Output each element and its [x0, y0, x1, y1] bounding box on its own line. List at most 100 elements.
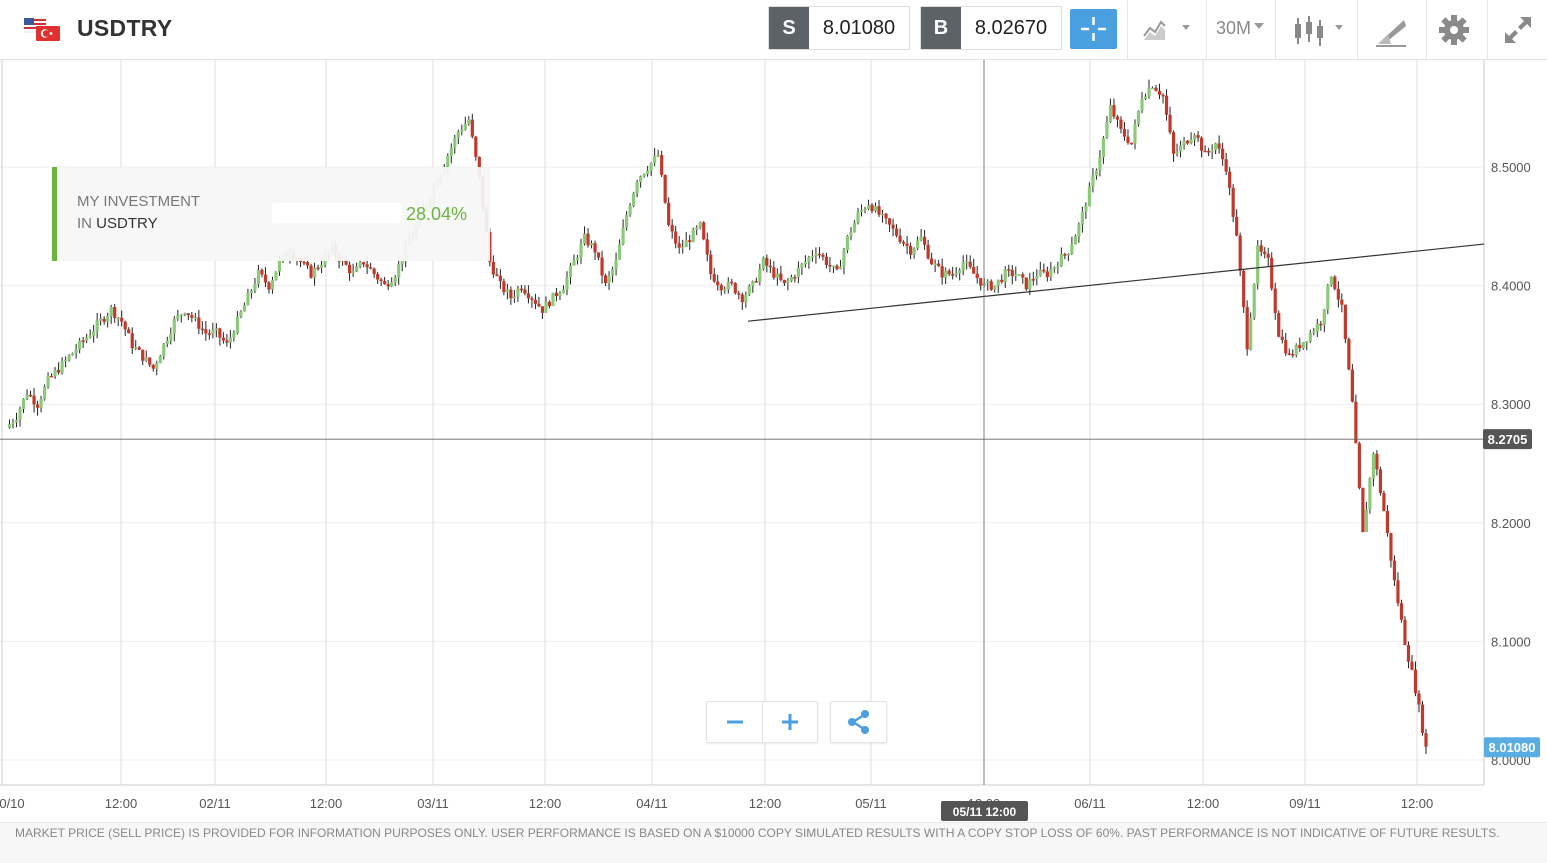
usd-try-flag-icon [24, 18, 60, 41]
candle-body [817, 253, 822, 256]
buy-button[interactable]: B 8.02670 [920, 6, 1062, 50]
candle-body [470, 119, 474, 137]
drawing-tools-button[interactable] [1357, 0, 1426, 60]
candle-body [1014, 274, 1018, 277]
candle-body [933, 263, 937, 266]
candle-body [1038, 269, 1042, 277]
share-button[interactable] [830, 701, 887, 743]
candle-body [1357, 443, 1361, 489]
candle-body [312, 267, 317, 278]
candle-body [807, 257, 811, 262]
candle-body [53, 369, 57, 377]
candle-body [639, 176, 643, 183]
candle-body [568, 265, 573, 278]
candle-body [64, 359, 68, 362]
crosshair-button[interactable] [1070, 9, 1117, 49]
candle-body [204, 329, 208, 334]
candle-body [211, 330, 215, 334]
candle-body [628, 205, 632, 215]
candle-body [996, 279, 1000, 286]
candle-body [95, 320, 99, 332]
candle-body [348, 264, 352, 274]
investment-redacted [272, 203, 402, 223]
candle-body [1214, 143, 1218, 151]
candle-body [951, 274, 955, 276]
timeframe-select[interactable]: 30M [1206, 0, 1275, 60]
candle-body [228, 337, 232, 343]
candle-body [1266, 253, 1270, 258]
candle-body [1157, 90, 1162, 95]
candle-body [1000, 279, 1004, 282]
candle-body [165, 340, 169, 344]
candle-body [1178, 145, 1183, 152]
candle-body [975, 273, 979, 279]
candle-body [898, 235, 902, 242]
candle-body [1066, 253, 1070, 256]
candle-body [162, 343, 166, 357]
candle-body [859, 210, 864, 212]
candle-body [1343, 304, 1347, 340]
candle-body [1094, 170, 1099, 176]
candle-body [305, 262, 310, 266]
candle-body [751, 281, 755, 287]
candle-body [519, 288, 524, 291]
candle-body [947, 270, 951, 275]
candle-body [589, 243, 594, 246]
candle-body [88, 335, 92, 338]
candle-body [873, 206, 878, 212]
candle-body [1305, 341, 1309, 343]
candle-body [1024, 277, 1028, 290]
candle-body [561, 289, 566, 294]
candle-body [1091, 175, 1095, 187]
candle-body [505, 289, 509, 293]
candle-body [800, 264, 804, 268]
candle-body [1242, 270, 1246, 308]
candle-body [1392, 560, 1397, 581]
candle-body [547, 301, 552, 306]
candle-body [596, 252, 601, 258]
candle-body [25, 394, 29, 399]
candle-body [1126, 136, 1130, 143]
chart-type-button[interactable] [1127, 0, 1206, 60]
settings-button[interactable] [1426, 0, 1487, 60]
candle-body [137, 347, 141, 350]
candle-body [684, 240, 688, 248]
candle-body [1256, 245, 1260, 285]
candle-body [260, 269, 264, 275]
candle-body [607, 275, 611, 284]
candle-type-button[interactable] [1275, 0, 1357, 60]
candle-body [274, 271, 278, 281]
candle-body [460, 129, 464, 132]
candle-body [1301, 342, 1305, 349]
candle-body [1129, 142, 1134, 145]
zoom-out-button[interactable] [707, 702, 762, 742]
candle-body [1063, 254, 1067, 256]
candle-body [1105, 121, 1109, 139]
candle-body [39, 399, 43, 408]
investment-in-label: IN [77, 215, 92, 232]
candle-body [772, 267, 776, 278]
candle-body [60, 361, 64, 373]
candle-body [102, 318, 106, 322]
candle-body [28, 394, 33, 397]
candle-body [821, 254, 825, 257]
candle-body [768, 265, 772, 268]
candle-body [530, 298, 534, 300]
candle-body [1294, 344, 1298, 356]
candle-body [912, 248, 916, 255]
candle-body [85, 337, 89, 341]
fullscreen-button[interactable] [1487, 0, 1547, 60]
candle-body [256, 269, 261, 285]
candle-body [127, 329, 131, 334]
top-toolbar: USDTRY S 8.01080 B 8.02670 30M [0, 0, 1547, 60]
candle-body [1185, 140, 1190, 144]
candle-body [1245, 307, 1249, 350]
x-tick-label: 12:00 [310, 796, 343, 811]
sell-button[interactable]: S 8.01080 [768, 6, 910, 50]
zoom-in-button[interactable] [763, 702, 817, 742]
candle-body [1336, 288, 1340, 300]
candle-body [491, 261, 495, 275]
candle-body [656, 155, 660, 157]
candle-body [400, 261, 404, 265]
candle-body [533, 299, 538, 304]
